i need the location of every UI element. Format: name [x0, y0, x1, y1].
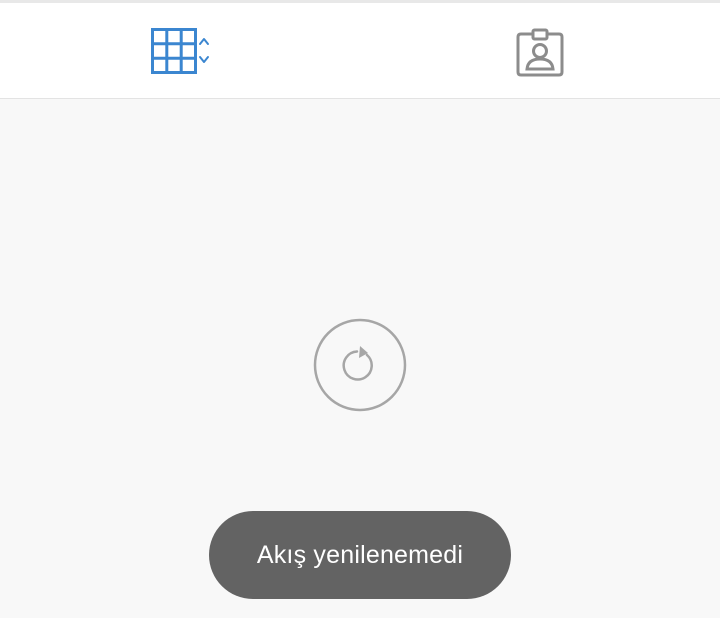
- grid-sort-icon: [150, 27, 214, 75]
- reload-button[interactable]: [313, 318, 407, 412]
- profile-badge-icon: [515, 28, 565, 78]
- app-screen: Akış yenilenemedi: [0, 0, 720, 618]
- toast-message: Akış yenilenemedi: [209, 511, 511, 599]
- tab-grid-view[interactable]: [0, 3, 360, 98]
- toast-text: Akış yenilenemedi: [256, 540, 464, 569]
- tab-bar: [0, 3, 720, 99]
- tab-profile[interactable]: [360, 3, 720, 98]
- feed-content: Akış yenilenemedi: [0, 99, 720, 618]
- refresh-icon: [313, 318, 407, 412]
